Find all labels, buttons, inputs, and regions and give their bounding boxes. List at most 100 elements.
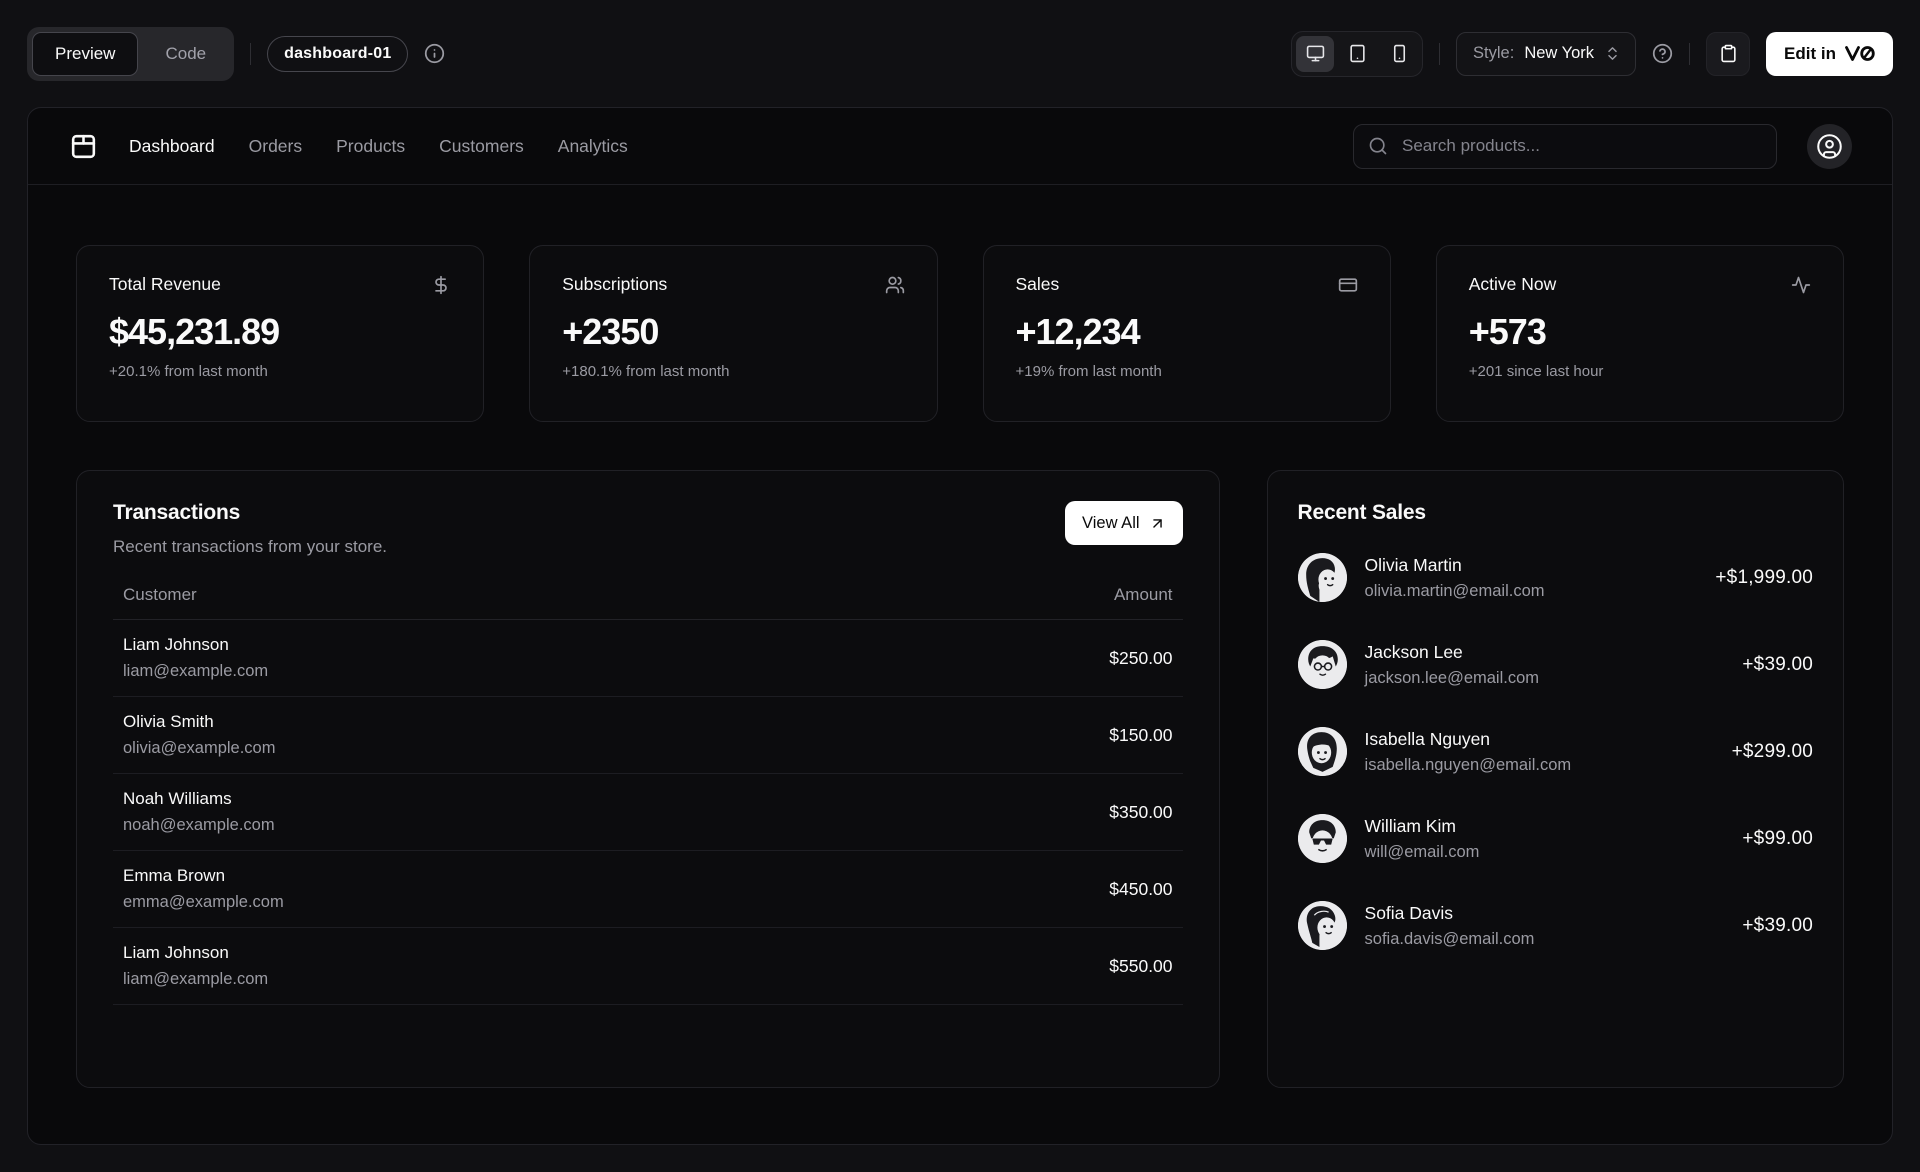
avatar-illustration bbox=[1297, 814, 1347, 863]
desktop-view-button[interactable] bbox=[1296, 35, 1335, 72]
toolbar-divider bbox=[250, 42, 252, 65]
toolbar-divider bbox=[1439, 42, 1441, 65]
customer-email: liam@example.com bbox=[123, 970, 269, 988]
customer-name: Liam Johnson bbox=[123, 635, 229, 654]
info-icon[interactable] bbox=[424, 43, 445, 64]
customer-name: Emma Brown bbox=[123, 866, 226, 885]
avatar bbox=[1297, 640, 1347, 689]
stats-row: Total Revenue $45,231.89 +20.1% from las… bbox=[76, 245, 1844, 422]
tablet-icon bbox=[1349, 44, 1365, 63]
sale-amount: +$299.00 bbox=[1731, 740, 1813, 762]
list-item[interactable]: William Kim will@email.com +$99.00 bbox=[1297, 814, 1813, 863]
bottom-row: Transactions Recent transactions from yo… bbox=[76, 470, 1844, 1088]
sale-customer-name: Sofia Davis bbox=[1364, 902, 1454, 923]
stat-card-subscriptions: Subscriptions +2350 +180.1% from last mo… bbox=[529, 245, 938, 422]
transactions-description: Recent transactions from your store. bbox=[113, 537, 388, 556]
user-menu-button[interactable] bbox=[1807, 123, 1852, 169]
transaction-amount: $150.00 bbox=[1109, 724, 1173, 745]
sale-customer-name: Olivia Martin bbox=[1364, 554, 1462, 575]
avatar bbox=[1297, 727, 1347, 776]
customer-email: noah@example.com bbox=[123, 816, 275, 834]
transactions-title: Transactions bbox=[113, 501, 241, 524]
customer-email: olivia@example.com bbox=[123, 739, 276, 757]
nav-item-customers[interactable]: Customers bbox=[439, 136, 524, 157]
stat-card-active-now: Active Now +573 +201 since last hour bbox=[1435, 245, 1844, 422]
stat-value: +573 bbox=[1468, 311, 1547, 352]
view-all-label: View All bbox=[1082, 513, 1140, 532]
avatar bbox=[1297, 901, 1347, 950]
sale-amount: +$39.00 bbox=[1742, 914, 1813, 936]
nav-item-analytics[interactable]: Analytics bbox=[558, 136, 628, 157]
stat-card-sales: Sales +12,234 +19% from last month bbox=[982, 245, 1391, 422]
avatar-illustration bbox=[1297, 727, 1347, 776]
customer-name: Liam Johnson bbox=[123, 943, 229, 962]
stat-title: Total Revenue bbox=[109, 274, 221, 294]
preview-toolbar: Preview Code dashboard-01 Style: New Yor… bbox=[0, 0, 1920, 107]
device-toggle-group bbox=[1291, 30, 1424, 77]
table-header-row: Customer Amount bbox=[113, 585, 1183, 620]
avatar-illustration bbox=[1297, 553, 1347, 602]
customer-email: liam@example.com bbox=[123, 662, 269, 680]
nav-item-products[interactable]: Products bbox=[336, 136, 405, 157]
smartphone-icon bbox=[1393, 44, 1405, 63]
sale-customer-email: olivia.martin@email.com bbox=[1364, 581, 1545, 600]
view-toggle-group: Preview Code bbox=[27, 26, 235, 81]
style-select-value: New York bbox=[1524, 44, 1595, 62]
transaction-amount: $450.00 bbox=[1109, 878, 1173, 899]
stat-change: +20.1% from last month bbox=[109, 363, 268, 380]
table-row[interactable]: Liam Johnson liam@example.com $550.00 bbox=[113, 928, 1183, 1005]
customer-name: Olivia Smith bbox=[123, 712, 214, 731]
sale-customer-email: will@email.com bbox=[1364, 842, 1480, 861]
arrow-up-right-icon bbox=[1152, 518, 1162, 528]
stat-change: +19% from last month bbox=[1015, 363, 1162, 380]
sale-amount: +$99.00 bbox=[1742, 827, 1813, 849]
list-item[interactable]: Isabella Nguyen isabella.nguyen@email.co… bbox=[1297, 727, 1813, 776]
recent-sales-panel: Recent Sales Olivia Martin olivia.martin… bbox=[1266, 470, 1844, 1088]
table-row[interactable]: Liam Johnson liam@example.com $250.00 bbox=[113, 620, 1183, 697]
clipboard-icon bbox=[1720, 44, 1736, 63]
users-icon bbox=[885, 275, 905, 295]
store-logo-icon[interactable] bbox=[68, 131, 99, 162]
sale-customer-name: Isabella Nguyen bbox=[1364, 728, 1491, 749]
avatar bbox=[1297, 553, 1347, 602]
mobile-view-button[interactable] bbox=[1380, 36, 1418, 72]
circle-user-icon bbox=[1817, 133, 1842, 159]
nav-item-orders[interactable]: Orders bbox=[249, 136, 302, 157]
table-row[interactable]: Olivia Smith olivia@example.com $150.00 bbox=[113, 697, 1183, 774]
transactions-table: Customer Amount Liam Johnson liam@exampl… bbox=[113, 585, 1183, 1005]
recent-sales-title: Recent Sales bbox=[1297, 501, 1427, 524]
transactions-panel: Transactions Recent transactions from yo… bbox=[76, 470, 1220, 1088]
edit-in-label: Edit in bbox=[1784, 43, 1836, 63]
search-icon bbox=[1368, 136, 1388, 156]
style-select-label: Style: bbox=[1473, 44, 1515, 62]
nav-item-dashboard[interactable]: Dashboard bbox=[129, 136, 215, 157]
style-select[interactable]: Style: New York bbox=[1456, 31, 1637, 76]
search-input[interactable] bbox=[1353, 123, 1777, 169]
tab-code[interactable]: Code bbox=[142, 32, 229, 76]
nav-links: Dashboard Orders Products Customers Anal… bbox=[129, 136, 628, 157]
stat-change: +201 since last hour bbox=[1468, 363, 1604, 380]
tablet-view-button[interactable] bbox=[1338, 36, 1376, 72]
customer-email: emma@example.com bbox=[123, 893, 284, 911]
help-circle-icon[interactable] bbox=[1652, 43, 1673, 64]
stat-value: +12,234 bbox=[1015, 311, 1141, 352]
v0-logo-icon bbox=[1845, 46, 1875, 61]
tab-preview[interactable]: Preview bbox=[32, 31, 139, 76]
stat-title: Sales bbox=[1015, 274, 1060, 294]
sale-customer-email: jackson.lee@email.com bbox=[1364, 668, 1540, 687]
view-all-button[interactable]: View All bbox=[1065, 501, 1183, 545]
preview-frame: Dashboard Orders Products Customers Anal… bbox=[27, 107, 1893, 1145]
dollar-sign-icon bbox=[431, 275, 451, 295]
transaction-amount: $250.00 bbox=[1109, 647, 1173, 668]
copy-code-button[interactable] bbox=[1706, 31, 1751, 76]
table-row[interactable]: Noah Williams noah@example.com $350.00 bbox=[113, 774, 1183, 851]
list-item[interactable]: Olivia Martin olivia.martin@email.com +$… bbox=[1297, 553, 1813, 602]
list-item[interactable]: Jackson Lee jackson.lee@email.com +$39.0… bbox=[1297, 640, 1813, 689]
edit-in-v0-button[interactable]: Edit in bbox=[1766, 31, 1893, 76]
table-row[interactable]: Emma Brown emma@example.com $450.00 bbox=[113, 851, 1183, 928]
avatar-illustration bbox=[1297, 640, 1347, 689]
column-header-customer: Customer bbox=[123, 585, 197, 604]
list-item[interactable]: Sofia Davis sofia.davis@email.com +$39.0… bbox=[1297, 901, 1813, 950]
stat-card-total-revenue: Total Revenue $45,231.89 +20.1% from las… bbox=[76, 245, 485, 422]
sale-customer-email: isabella.nguyen@email.com bbox=[1364, 755, 1572, 774]
